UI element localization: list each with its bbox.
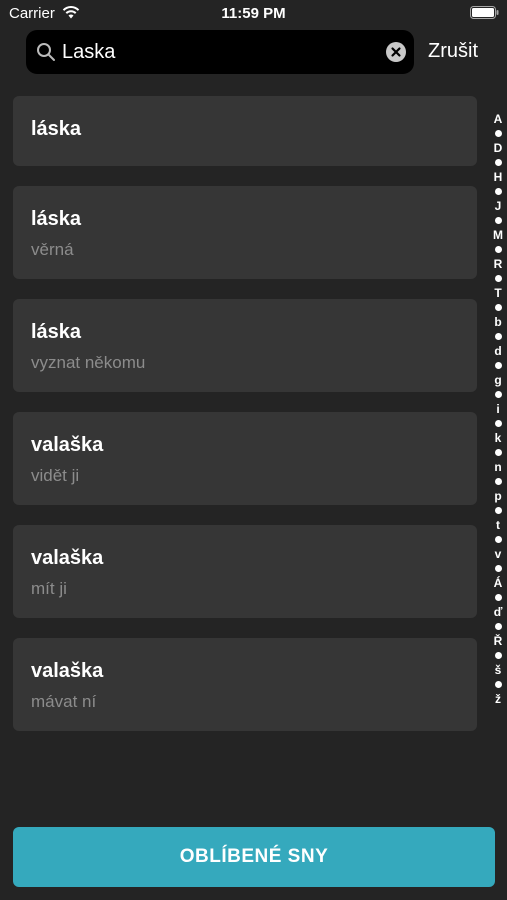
index-letter[interactable]: g	[494, 373, 501, 387]
index-letter[interactable]: k	[495, 431, 502, 445]
index-dot	[494, 652, 502, 659]
index-letter[interactable]: t	[496, 518, 500, 532]
index-letter[interactable]: ž	[495, 692, 501, 706]
result-item[interactable]: valaška vidět ji	[13, 412, 477, 505]
index-letter[interactable]: T	[494, 286, 501, 300]
index-letter[interactable]: D	[494, 141, 503, 155]
index-letter[interactable]: ď	[494, 605, 503, 619]
index-dot	[494, 275, 502, 282]
result-title: láska	[31, 208, 82, 230]
result-title: láska	[31, 118, 82, 140]
index-dot	[494, 507, 502, 514]
index-dot	[494, 623, 502, 630]
index-dot	[494, 536, 502, 543]
index-letter[interactable]: R	[494, 257, 503, 271]
result-subtitle: věrná	[31, 240, 74, 259]
index-dot	[494, 333, 502, 340]
result-item[interactable]: láska věrná	[13, 186, 477, 279]
index-letter[interactable]: Á	[494, 576, 503, 590]
result-item[interactable]: valaška mít ji	[13, 525, 477, 618]
result-item[interactable]: valaška mávat ní	[13, 638, 477, 731]
index-dot	[494, 391, 502, 398]
results-list: láska láska věrná láska vyznat někomu va…	[13, 96, 477, 751]
cancel-button[interactable]: Zrušit	[428, 40, 478, 63]
index-dot	[494, 246, 502, 253]
alphabet-index[interactable]: A D H J M R Tb d g i k n p t v Áď Řš ž	[488, 112, 507, 706]
index-letter[interactable]: v	[495, 547, 502, 561]
favorites-button[interactable]: OBLÍBENÉ SNY	[13, 827, 495, 887]
search-input[interactable]	[62, 30, 362, 74]
index-dot	[494, 449, 502, 456]
battery-icon	[470, 6, 499, 19]
result-subtitle: mávat ní	[31, 692, 97, 711]
index-letter[interactable]: b	[494, 315, 501, 329]
index-dot	[494, 304, 502, 311]
index-dot	[494, 188, 502, 195]
clock: 11:59 PM	[221, 5, 286, 22]
search-icon	[37, 43, 55, 61]
index-dot	[494, 681, 502, 688]
result-title: valaška	[31, 660, 104, 682]
result-title: láska	[31, 321, 82, 343]
result-item[interactable]: láska	[13, 96, 477, 166]
index-letter[interactable]: H	[494, 170, 503, 184]
index-dot	[494, 159, 502, 166]
result-title: valaška	[31, 434, 104, 456]
index-letter[interactable]: i	[496, 402, 499, 416]
index-dot	[494, 565, 502, 572]
index-letter[interactable]: d	[494, 344, 501, 358]
index-letter[interactable]: š	[495, 663, 502, 677]
index-letter[interactable]: n	[494, 460, 501, 474]
index-dot	[494, 130, 502, 137]
index-letter[interactable]: p	[494, 489, 501, 503]
result-title: valaška	[31, 547, 104, 569]
result-subtitle: mít ji	[31, 579, 67, 598]
result-subtitle: vyznat někomu	[31, 353, 146, 372]
index-letter[interactable]: J	[495, 199, 502, 213]
search-bar[interactable]	[26, 30, 414, 74]
result-subtitle: vidět ji	[31, 466, 80, 485]
index-dot	[494, 594, 502, 601]
index-letter[interactable]: M	[493, 228, 503, 242]
result-item[interactable]: láska vyznat někomu	[13, 299, 477, 392]
clear-icon[interactable]	[386, 42, 406, 62]
index-letter[interactable]: A	[494, 112, 503, 126]
index-dot	[494, 217, 502, 224]
index-dot	[494, 362, 502, 369]
status-bar: Carrier 11:59 PM	[0, 0, 507, 28]
index-dot	[494, 478, 502, 485]
index-dot	[494, 420, 502, 427]
index-letter[interactable]: Ř	[494, 634, 503, 648]
